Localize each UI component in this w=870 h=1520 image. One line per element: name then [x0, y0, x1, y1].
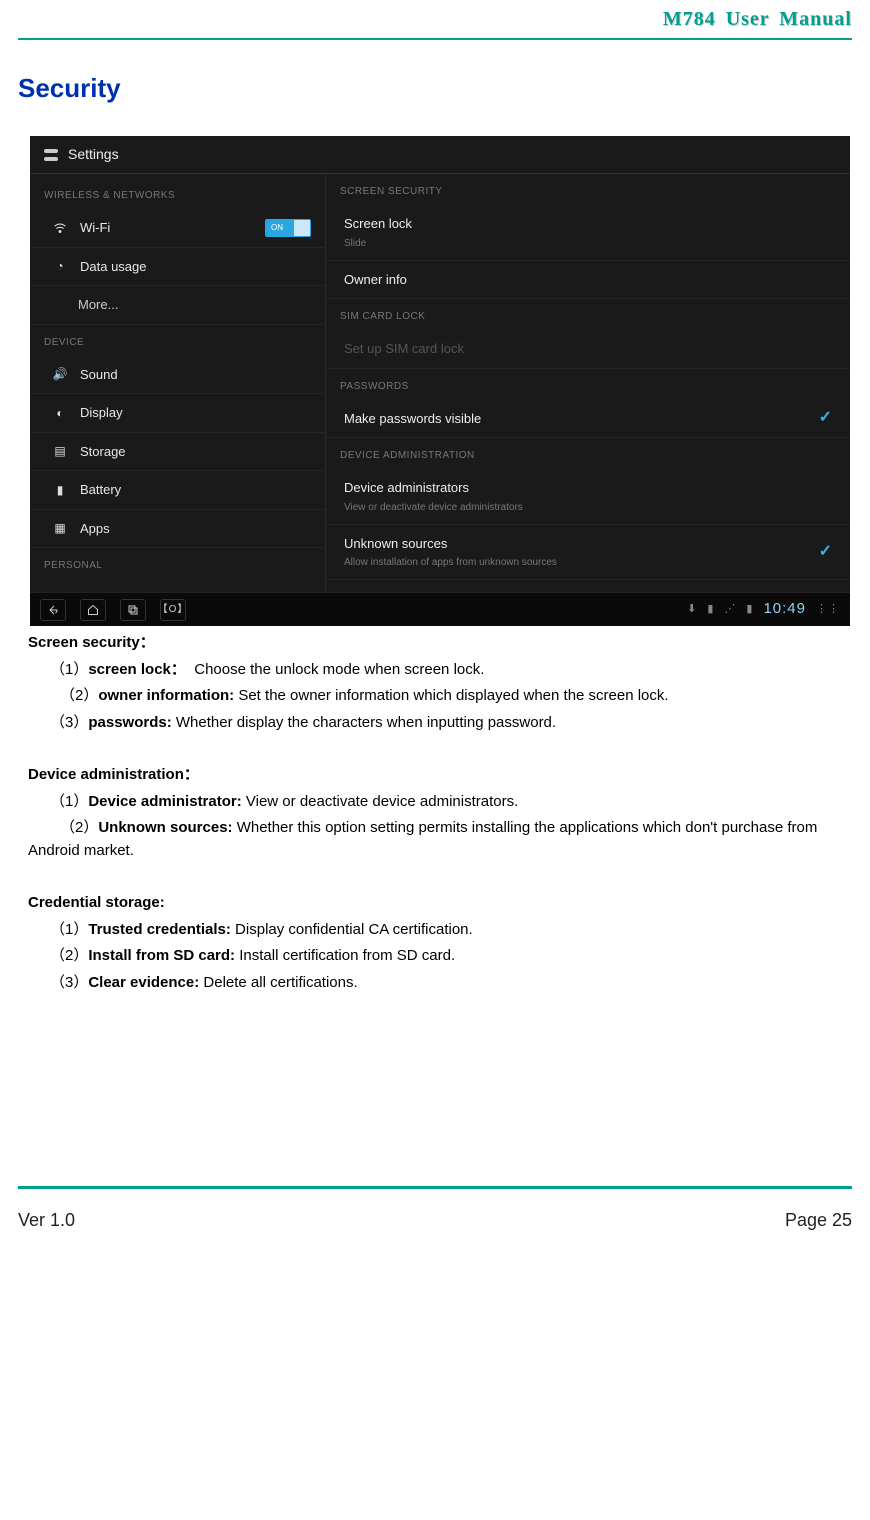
footer-version: Ver 1.0 — [18, 1207, 75, 1234]
rcat-device-admin: DEVICE ADMINISTRATION — [326, 438, 850, 469]
sidebar-item-more[interactable]: More... — [30, 286, 325, 325]
sound-icon: 🔊 — [52, 366, 68, 382]
para-install-sd: （2）Install from SD card: Install certifi… — [28, 945, 850, 968]
system-navbar: 【O】 ⬇ ▮ ⋰ ▮ 10:49 ⋮⋮ — [30, 592, 850, 626]
sim-lock-title: Set up SIM card lock — [344, 339, 832, 359]
sidebar-item-data-usage[interactable]: ◔ Data usage — [30, 248, 325, 287]
sidebar-item-display[interactable]: ◐ Display — [30, 394, 325, 433]
para-unknown-sources: （2）Unknown sources: Whether this option … — [28, 817, 850, 862]
wifi-toggle[interactable]: ON — [265, 219, 311, 237]
device-admin-sub: View or deactivate device administrators — [344, 500, 832, 515]
rcat-cred-storage: CREDENTIAL STORAGE — [326, 580, 850, 592]
row-sim-lock: Set up SIM card lock — [326, 330, 850, 369]
settings-title: Settings — [68, 144, 119, 165]
check-icon: ✓ — [819, 406, 832, 430]
sidebar-item-wifi[interactable]: Wi-Fi ON — [30, 209, 325, 248]
row-owner-info[interactable]: Owner info — [326, 261, 850, 300]
wifi-icon — [52, 220, 68, 236]
recents-button[interactable] — [120, 599, 146, 621]
footer-page: Page 25 — [785, 1207, 852, 1234]
settings-topbar: Settings — [30, 136, 850, 174]
para-passwords: （3）passwords: Whether display the charac… — [28, 712, 850, 735]
header-rule — [18, 38, 852, 41]
footer-rule — [18, 1186, 852, 1189]
row-unknown-sources[interactable]: Unknown sources Allow installation of ap… — [326, 525, 850, 581]
screenshot-button[interactable]: 【O】 — [160, 599, 186, 621]
device-admin-title: Device administrators — [344, 478, 832, 498]
para-device-admin: （1）Device administrator: View or deactiv… — [28, 791, 850, 814]
category-wireless: WIRELESS & NETWORKS — [30, 178, 325, 209]
sliders-icon — [44, 148, 58, 162]
category-personal: PERSONAL — [30, 548, 325, 579]
download-icon: ⬇ — [687, 601, 697, 618]
sidebar-item-battery[interactable]: ▮ Battery — [30, 471, 325, 510]
document-body: Screen security： （1）screen lock： Choose … — [18, 632, 852, 994]
para-owner-info: （2）owner information: Set the owner info… — [28, 685, 850, 708]
display-icon: ◐ — [52, 405, 68, 421]
home-button[interactable] — [80, 599, 106, 621]
data-usage-icon: ◔ — [52, 258, 68, 274]
sidebar-item-storage[interactable]: ▤ Storage — [30, 433, 325, 472]
unknown-title: Unknown sources — [344, 534, 832, 554]
wifi-status-icon: ⋰ — [724, 601, 736, 618]
para-clear-evidence: （3）Clear evidence: Delete all certificat… — [28, 972, 850, 995]
heading-credential-storage: Credential storage: — [28, 892, 850, 915]
more-label: More... — [78, 295, 118, 315]
status-area[interactable]: ⬇ ▮ ⋰ ▮ 10:49 ⋮⋮ — [687, 598, 840, 621]
settings-sidebar: WIRELESS & NETWORKS Wi-Fi ON ◔ Data usag… — [30, 174, 326, 592]
screen-lock-sub: Slide — [344, 236, 832, 251]
category-device: DEVICE — [30, 325, 325, 356]
row-pwd-visible[interactable]: Make passwords visible ✓ — [326, 400, 850, 439]
pwd-visible-title: Make passwords visible — [344, 409, 832, 429]
signal-icon: ▮ — [707, 601, 714, 618]
battery-label: Battery — [80, 480, 121, 500]
expand-icon: ⋮⋮ — [816, 601, 840, 618]
back-button[interactable] — [40, 599, 66, 621]
heading-screen-security: Screen security： — [28, 632, 850, 655]
rcat-sim-lock: SIM CARD LOCK — [326, 299, 850, 330]
doc-header-title: M784 User Manual — [18, 0, 852, 38]
settings-screenshot: Settings WIRELESS & NETWORKS Wi-Fi ON ◔ … — [30, 136, 850, 626]
unknown-sub: Allow installation of apps from unknown … — [344, 555, 832, 570]
data-usage-label: Data usage — [80, 257, 147, 277]
storage-label: Storage — [80, 442, 126, 462]
apps-icon: ▦ — [52, 520, 68, 536]
screen-lock-title: Screen lock — [344, 214, 832, 234]
rcat-passwords: PASSWORDS — [326, 369, 850, 400]
wifi-label: Wi-Fi — [80, 218, 110, 238]
battery-status-icon: ▮ — [746, 601, 753, 618]
sidebar-item-apps[interactable]: ▦ Apps — [30, 510, 325, 549]
settings-detail: SCREEN SECURITY Screen lock Slide Owner … — [326, 174, 850, 592]
rcat-screen-security: SCREEN SECURITY — [326, 174, 850, 205]
para-trusted-cred: （1）Trusted credentials: Display confiden… — [28, 919, 850, 942]
section-title: Security — [18, 69, 852, 108]
check-icon: ✓ — [819, 540, 832, 564]
sidebar-item-sound[interactable]: 🔊 Sound — [30, 356, 325, 395]
row-device-admin[interactable]: Device administrators View or deactivate… — [326, 469, 850, 525]
page-footer: Ver 1.0 Page 25 — [18, 1174, 852, 1256]
heading-device-admin: Device administration： — [28, 764, 850, 787]
clock-time: 10:49 — [763, 598, 806, 621]
sound-label: Sound — [80, 365, 118, 385]
sidebar-item-location[interactable]: ⟐ Location services — [30, 579, 325, 592]
row-screen-lock[interactable]: Screen lock Slide — [326, 205, 850, 261]
storage-icon: ▤ — [52, 443, 68, 459]
owner-info-title: Owner info — [344, 270, 832, 290]
apps-label: Apps — [80, 519, 110, 539]
para-screen-lock: （1）screen lock： Choose the unlock mode w… — [28, 659, 850, 682]
battery-icon: ▮ — [52, 482, 68, 498]
display-label: Display — [80, 403, 123, 423]
